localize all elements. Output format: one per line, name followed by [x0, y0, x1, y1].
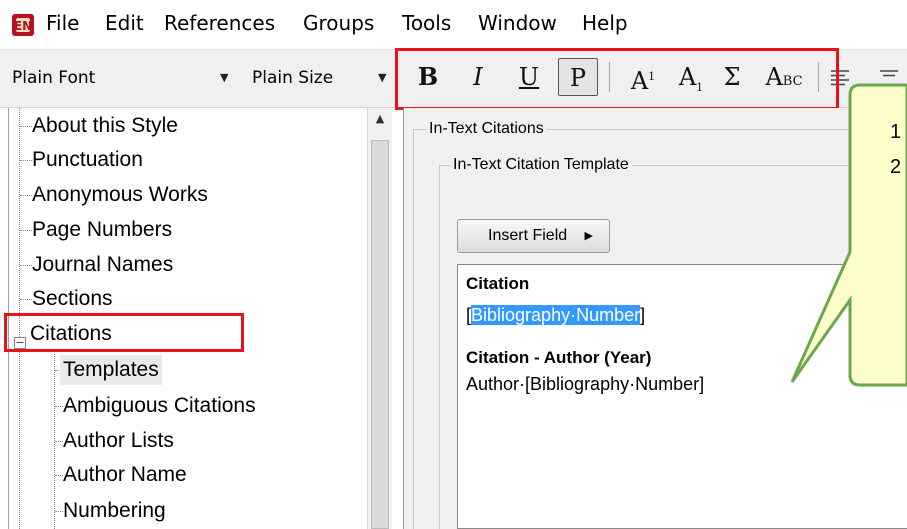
tree-item-journal-names[interactable]: Journal Names: [32, 250, 173, 280]
tree-item-punctuation[interactable]: Punctuation: [32, 145, 143, 175]
subscript-label: A: [678, 63, 697, 91]
tree-connector: [55, 441, 63, 442]
tree-connector: [55, 511, 63, 512]
align-center-icon[interactable]: [878, 68, 900, 88]
symbol-button[interactable]: Σ: [718, 58, 746, 96]
tree-item-anonymous-works[interactable]: Anonymous Works: [32, 180, 208, 210]
menu-edit[interactable]: Edit: [105, 8, 144, 38]
scroll-up-icon[interactable]: ▲: [373, 113, 387, 124]
menu-groups[interactable]: Groups: [303, 8, 374, 38]
bracket-close: ]: [640, 305, 646, 325]
menu-help[interactable]: Help: [582, 8, 628, 38]
template-editor[interactable]: Citation [Bibliography·Number] Citation …: [457, 264, 907, 529]
chevron-down-icon: ▼: [220, 71, 229, 84]
style-tree-pane: About this Style Punctuation Anonymous W…: [0, 108, 395, 529]
callout-line-2: 2: [890, 156, 902, 178]
align-left-icon[interactable]: [829, 68, 851, 88]
superscript-button[interactable]: A1: [624, 58, 662, 96]
tree-connector: [20, 299, 32, 300]
chevron-down-icon: ▼: [378, 71, 387, 84]
caret-right-icon: ▶: [584, 230, 593, 242]
citation-template-line[interactable]: [Bibliography·Number]: [466, 303, 645, 327]
subscript-mark: 1: [696, 80, 704, 94]
collapse-icon[interactable]: −: [14, 337, 26, 349]
svg-text:EN: EN: [14, 19, 32, 33]
tree-item-numbering[interactable]: Numbering: [63, 496, 166, 526]
size-combo[interactable]: Plain Size ▼: [252, 63, 387, 93]
tree-item-ambiguous-citations[interactable]: Ambiguous Citations: [63, 391, 256, 421]
italic-button[interactable]: I: [465, 58, 491, 96]
font-combo-value: Plain Font: [12, 68, 96, 88]
size-combo-value: Plain Size: [252, 68, 334, 88]
tree-connector: [55, 475, 63, 476]
tree-item-author-name[interactable]: Author Name: [63, 460, 187, 490]
font-combo[interactable]: Plain Font ▼: [12, 63, 232, 93]
tree-item-author-lists[interactable]: Author Lists: [63, 426, 174, 456]
subscript-button[interactable]: A1: [672, 58, 710, 96]
callout-line-1: 1: [890, 121, 902, 143]
style-editor-pane: In-Text Citations In-Text Citation Templ…: [403, 108, 907, 529]
toolbar-separator: [609, 62, 610, 92]
tree-item-about-this-style[interactable]: About this Style: [32, 111, 178, 141]
tree-item-sections[interactable]: Sections: [32, 284, 113, 314]
tree-connector: [20, 160, 32, 161]
menu-bar: EN File Edit References Groups Tools Win…: [0, 0, 907, 50]
bold-button[interactable]: B: [414, 58, 442, 96]
menu-references[interactable]: References: [164, 8, 275, 38]
scrollbar-thumb[interactable]: [371, 140, 389, 529]
underline-button[interactable]: U: [516, 58, 542, 96]
menu-tools[interactable]: Tools: [402, 8, 451, 38]
small-caps-label: A: [765, 63, 783, 91]
tree-item-citations[interactable]: Citations: [30, 319, 112, 349]
citation-heading: Citation: [466, 274, 530, 293]
tree-connector: [19, 108, 20, 337]
tree-connector: [20, 126, 32, 127]
tree-item-page-numbers[interactable]: Page Numbers: [32, 215, 172, 245]
formatting-toolbar: Plain Font ▼ Plain Size ▼ B I U P A1 A1 …: [0, 50, 907, 108]
menu-window[interactable]: Window: [478, 8, 557, 38]
tree-item-templates[interactable]: Templates: [60, 355, 162, 385]
citation-author-year-line[interactable]: Author·[Bibliography·Number]: [466, 372, 704, 396]
plain-button[interactable]: P: [558, 58, 598, 96]
insert-field-label: Insert Field: [488, 227, 568, 244]
insert-field-button[interactable]: Insert Field ▶: [457, 219, 610, 253]
tree-connector: [55, 406, 63, 407]
superscript-mark: 1: [648, 70, 656, 83]
small-caps-mark: BC: [782, 74, 803, 89]
tree-connector: [19, 349, 20, 529]
citation-template-label: In-Text Citation Template: [450, 155, 632, 175]
tree-connector: [20, 195, 32, 196]
tree-border: [8, 108, 9, 529]
superscript-label: A: [630, 67, 649, 95]
small-caps-button[interactable]: ABC: [757, 58, 811, 96]
toolbar-separator: [818, 62, 819, 92]
menu-file[interactable]: File: [46, 8, 79, 38]
endnote-logo-icon: EN: [12, 14, 34, 36]
tree-connector: [20, 230, 32, 231]
citation-author-year-heading: Citation - Author (Year): [466, 348, 652, 367]
tree-scrollbar[interactable]: ▲: [367, 108, 392, 529]
in-text-citations-label: In-Text Citations: [426, 119, 547, 139]
selected-field-text[interactable]: Bibliography·Number: [471, 305, 641, 325]
tree-connector: [20, 265, 32, 266]
